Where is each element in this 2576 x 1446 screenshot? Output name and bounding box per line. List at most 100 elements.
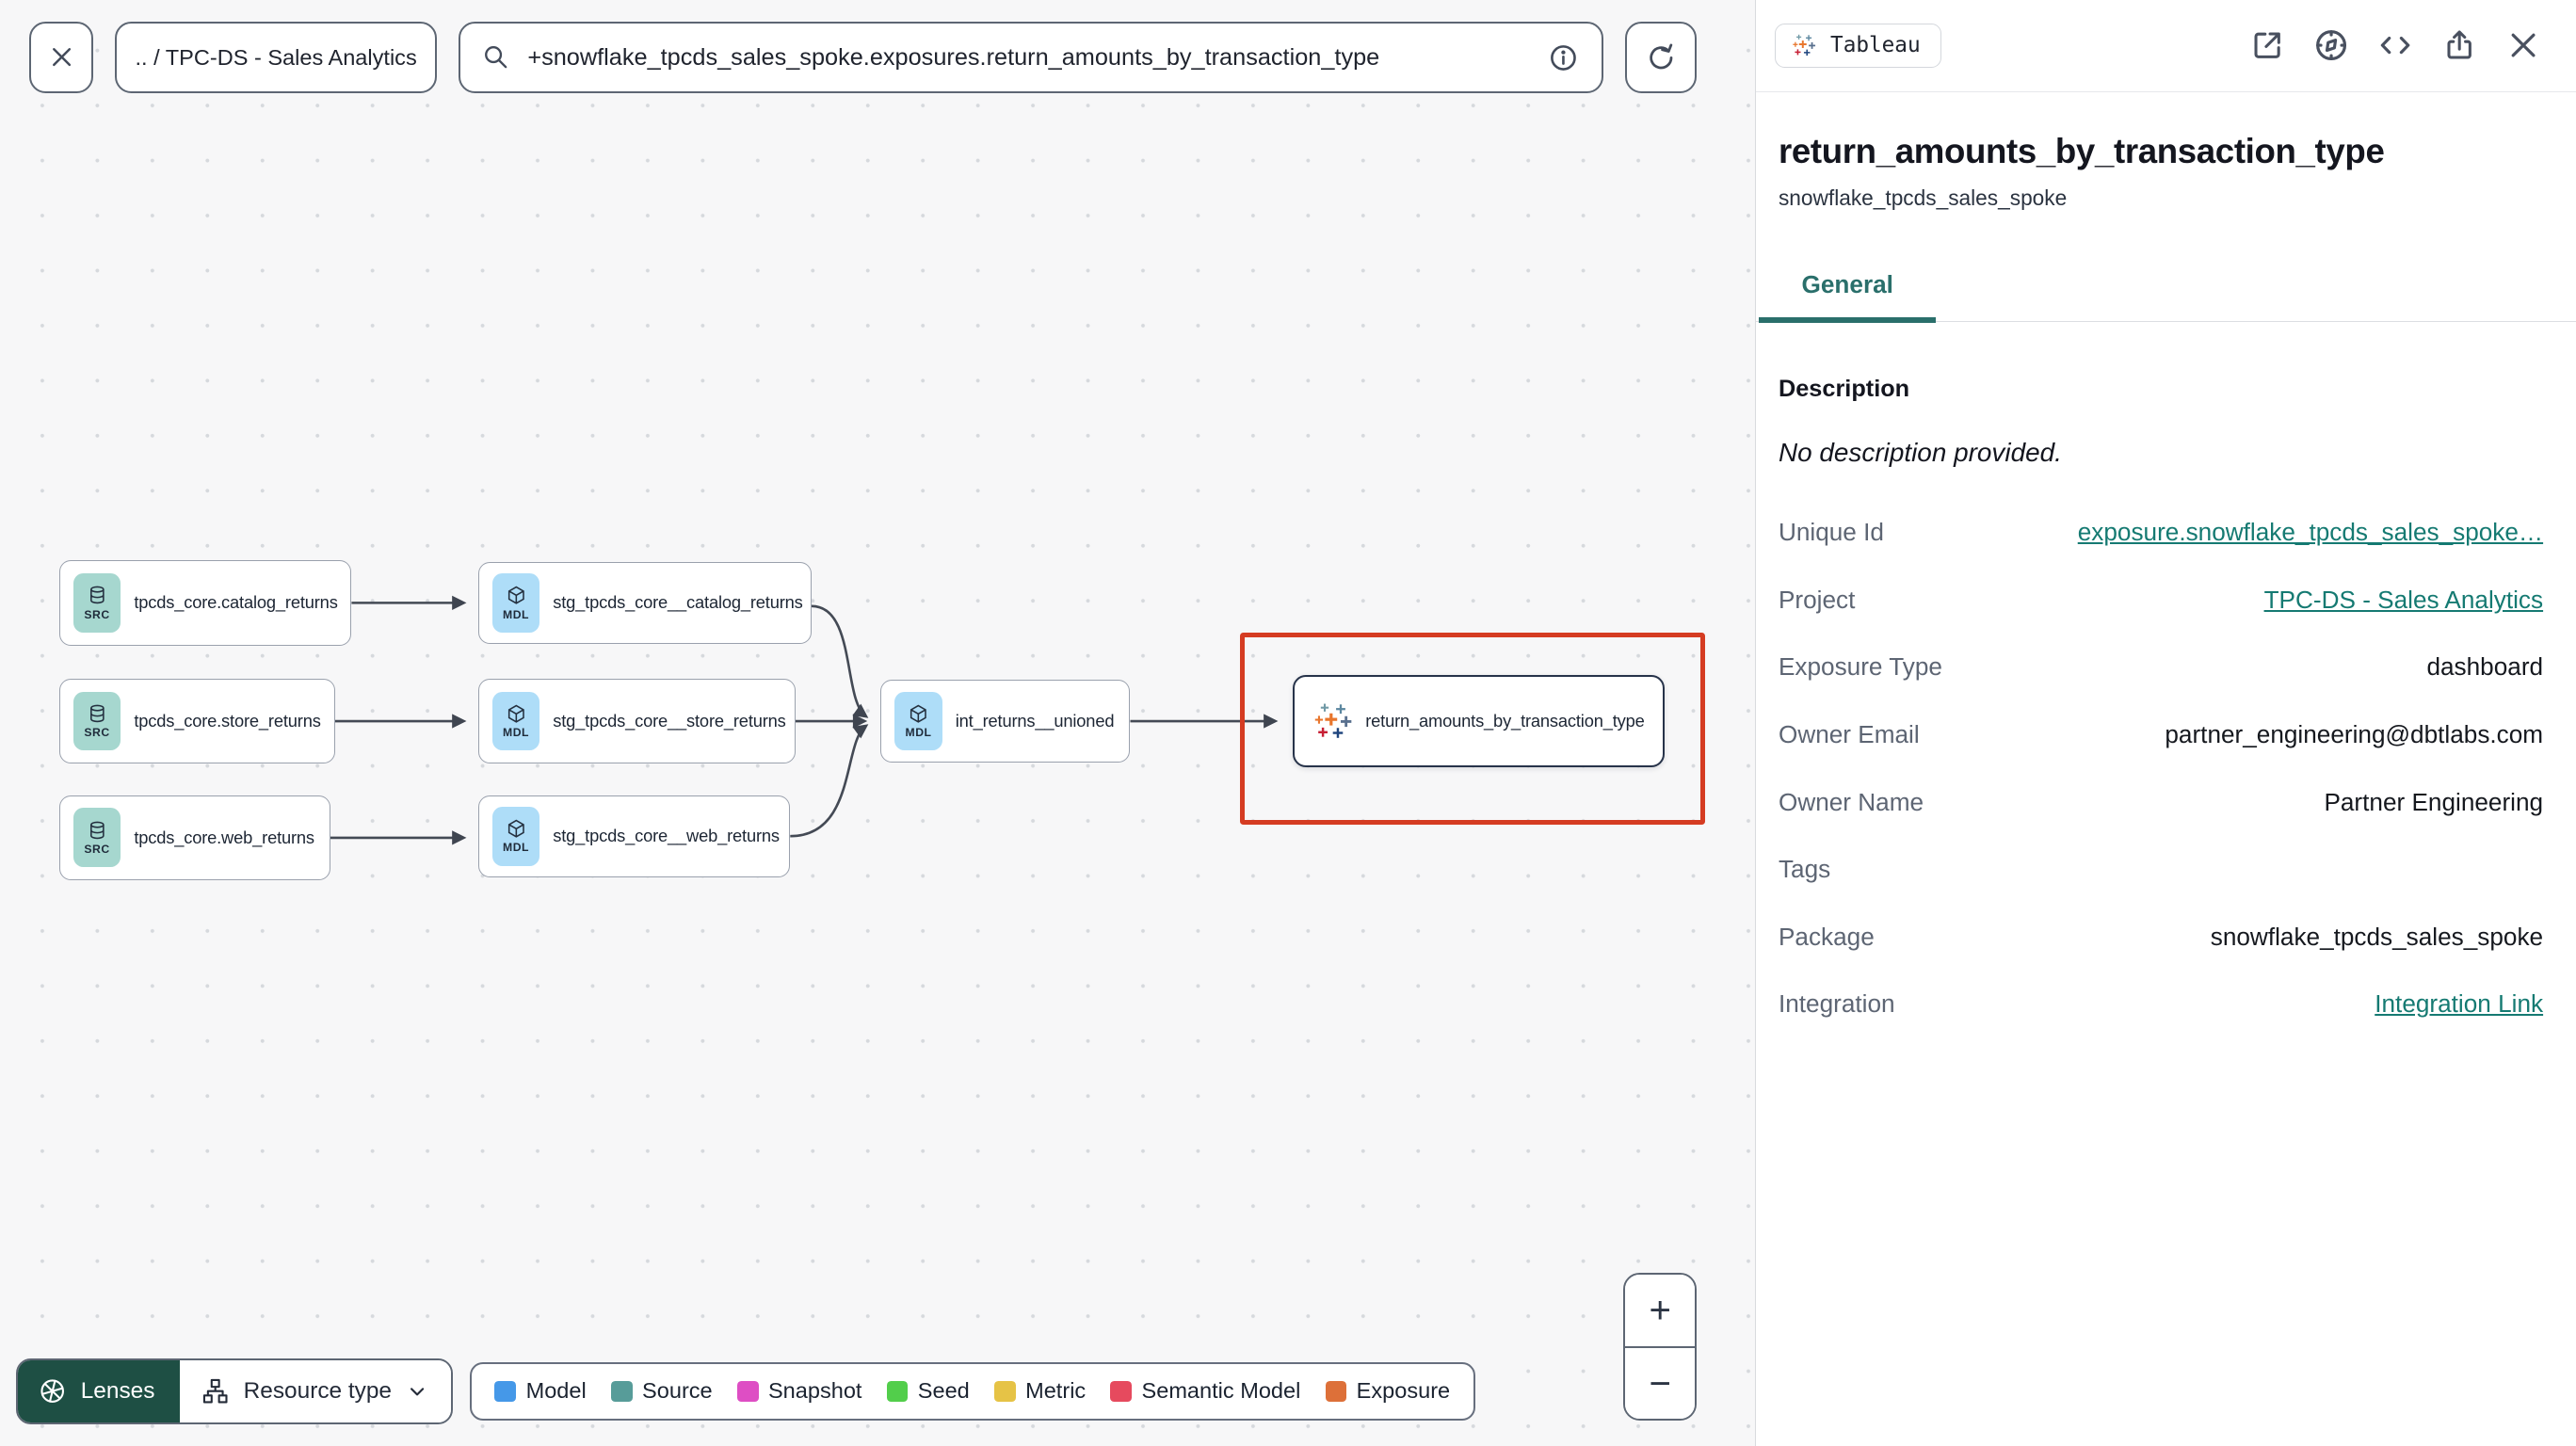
- node-label: stg_tpcds_core__store_returns: [553, 711, 786, 731]
- chevron-down-icon: [410, 1388, 425, 1396]
- share-button[interactable]: [2439, 25, 2479, 65]
- panel-content: Description No description provided. Uni…: [1756, 322, 2576, 1038]
- cube-icon: [507, 704, 524, 723]
- compass-icon: [2316, 30, 2346, 61]
- field-row-exposure-type: Exposure Type dashboard: [1778, 652, 2544, 682]
- lenses-aperture-icon: [40, 1379, 65, 1404]
- exposure-color-swatch: [1325, 1380, 1347, 1403]
- explore-lineage-button[interactable]: [2311, 25, 2351, 65]
- panel-toolbar-icons: [2247, 25, 2543, 65]
- breadcrumb[interactable]: .. / TPC-DS - Sales Analytics: [115, 21, 438, 94]
- tab-general[interactable]: General: [1759, 270, 1937, 323]
- description-label: Description: [1778, 376, 1910, 403]
- package-value: snowflake_tpcds_sales_spoke: [2210, 922, 2544, 951]
- dbt-explorer-lineage-app: SRC tpcds_core.catalog_returns SRC tpcds…: [0, 0, 2576, 1446]
- model-badge: MDL: [491, 691, 540, 751]
- refresh-icon: [1650, 43, 1673, 70]
- tableau-integration-chip[interactable]: Tableau: [1775, 23, 1941, 69]
- exposure-type-value: dashboard: [2426, 652, 2544, 682]
- node-model-stg-store-returns[interactable]: MDL stg_tpcds_core__store_returns: [477, 678, 796, 764]
- close-icon: [2511, 33, 2536, 57]
- resource-package-subtitle: snowflake_tpcds_sales_spoke: [1778, 185, 2068, 211]
- panel-header: return_amounts_by_transaction_type snowf…: [1756, 92, 2576, 212]
- lineage-topbar: .. / TPC-DS - Sales Analytics: [29, 21, 1698, 94]
- node-label: int_returns__unioned: [955, 710, 1115, 731]
- view-code-button[interactable]: [2375, 25, 2415, 65]
- zoom-controls: + −: [1622, 1273, 1698, 1422]
- node-exposure-return-amounts-by-transaction-type[interactable]: return_amounts_by_transaction_type: [1293, 675, 1665, 767]
- resource-type-dropdown[interactable]: Resource type: [179, 1360, 451, 1422]
- zoom-in-button[interactable]: +: [1624, 1275, 1696, 1348]
- snapshot-color-swatch: [736, 1380, 759, 1403]
- lenses-control-group: Lenses Resource type: [16, 1358, 453, 1424]
- share-icon: [2447, 30, 2471, 59]
- model-color-swatch: [494, 1380, 517, 1403]
- node-label: tpcds_core.catalog_returns: [134, 592, 338, 613]
- lineage-canvas[interactable]: SRC tpcds_core.catalog_returns SRC tpcds…: [0, 0, 1755, 1446]
- project-link[interactable]: TPC-DS - Sales Analytics: [2264, 586, 2544, 615]
- zoom-out-button[interactable]: −: [1624, 1347, 1696, 1420]
- open-external-link-button[interactable]: [2247, 25, 2287, 65]
- resource-type-icon: [203, 1379, 228, 1404]
- field-row-project: Project TPC-DS - Sales Analytics: [1778, 585, 2544, 615]
- node-source-catalog-returns[interactable]: SRC tpcds_core.catalog_returns: [58, 560, 352, 646]
- search-icon: [485, 46, 507, 69]
- lineage-search-bar: [458, 21, 1603, 94]
- legend-item-seed: Seed: [886, 1378, 970, 1404]
- semantic-model-color-swatch: [1110, 1380, 1133, 1403]
- cube-icon: [507, 586, 524, 604]
- node-label: tpcds_core.web_returns: [134, 827, 314, 847]
- database-icon: [89, 821, 105, 839]
- node-model-stg-catalog-returns[interactable]: MDL stg_tpcds_core__catalog_returns: [477, 561, 812, 644]
- node-model-stg-web-returns[interactable]: MDL stg_tpcds_core__web_returns: [477, 795, 791, 877]
- node-label: return_amounts_by_transaction_type: [1365, 710, 1645, 731]
- source-color-swatch: [610, 1380, 633, 1403]
- source-badge: SRC: [72, 691, 121, 751]
- field-row-owner-email: Owner Email partner_engineering@dbtlabs.…: [1778, 719, 2544, 748]
- close-lineage-button[interactable]: [29, 21, 94, 94]
- integration-link[interactable]: Integration Link: [2375, 989, 2543, 1019]
- field-row-package: Package snowflake_tpcds_sales_spoke: [1778, 922, 2544, 951]
- panel-toolbar: Tableau: [1755, 0, 2576, 92]
- refresh-lineage-button[interactable]: [1624, 21, 1698, 94]
- legend-item-semantic-model: Semantic Model: [1110, 1378, 1300, 1404]
- tableau-logo-icon: [1314, 703, 1352, 739]
- code-icon: [2380, 37, 2410, 55]
- info-icon[interactable]: [1547, 41, 1580, 74]
- description-value: No description provided.: [1778, 437, 2062, 467]
- database-icon: [89, 586, 105, 604]
- details-fields: Unique Id exposure.snowflake_tpcds_sales…: [1779, 499, 2543, 1037]
- search-input[interactable]: [527, 43, 1531, 72]
- legend-item-model: Model: [494, 1378, 587, 1404]
- node-label: stg_tpcds_core__catalog_returns: [553, 592, 803, 613]
- node-source-web-returns[interactable]: SRC tpcds_core.web_returns: [58, 795, 330, 881]
- cube-icon: [507, 819, 524, 838]
- model-badge: MDL: [491, 806, 540, 866]
- field-row-tags: Tags: [1778, 855, 1831, 884]
- close-panel-button[interactable]: [2504, 25, 2543, 65]
- node-source-store-returns[interactable]: SRC tpcds_core.store_returns: [58, 678, 335, 764]
- model-badge: MDL: [894, 691, 942, 751]
- model-badge: MDL: [491, 572, 540, 633]
- node-label: stg_tpcds_core__web_returns: [553, 826, 780, 846]
- lenses-button[interactable]: Lenses: [18, 1360, 180, 1422]
- resource-type-legend: Model Source Snapshot Seed Metric Semant…: [470, 1361, 1475, 1422]
- legend-item-exposure: Exposure: [1325, 1378, 1450, 1404]
- owner-email-value: partner_engineering@dbtlabs.com: [2165, 719, 2544, 748]
- resource-title: return_amounts_by_transaction_type: [1778, 131, 2385, 170]
- owner-name-value: Partner Engineering: [2324, 787, 2544, 816]
- node-label: tpcds_core.store_returns: [134, 711, 321, 731]
- tableau-logo-icon: [1793, 35, 1816, 56]
- legend-item-snapshot: Snapshot: [736, 1378, 861, 1404]
- panel-tabs: General: [1755, 270, 2576, 323]
- legend-item-metric: Metric: [993, 1378, 1086, 1404]
- field-row-integration: Integration Integration Link: [1778, 989, 2544, 1019]
- unique-id-link[interactable]: exposure.snowflake_tpcds_sales_spoke…: [2078, 518, 2543, 547]
- source-badge: SRC: [72, 572, 121, 633]
- seed-color-swatch: [886, 1380, 909, 1403]
- close-icon: [52, 48, 71, 67]
- cube-icon: [910, 704, 926, 723]
- source-badge: SRC: [72, 808, 121, 868]
- field-row-unique-id: Unique Id exposure.snowflake_tpcds_sales…: [1778, 518, 2544, 547]
- node-model-int-returns-unioned[interactable]: MDL int_returns__unioned: [880, 680, 1131, 763]
